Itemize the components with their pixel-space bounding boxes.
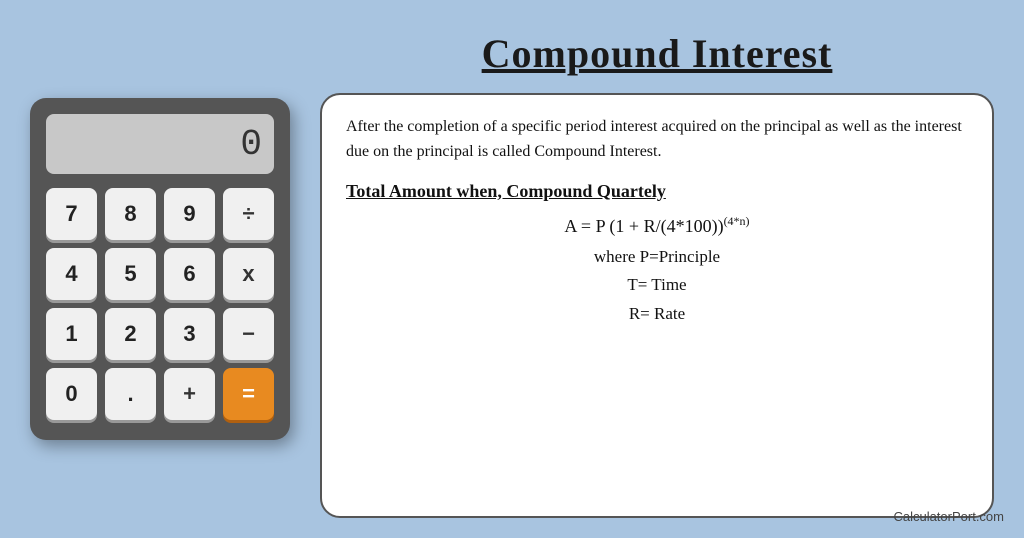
info-panel: Compound Interest After the completion o… xyxy=(320,20,994,518)
calc-btn-x[interactable]: x xyxy=(223,248,274,300)
variable-line: R= Rate xyxy=(346,300,968,329)
definition-text: After the completion of a specific perio… xyxy=(346,115,968,165)
variable-lines: where P=PrincipleT= TimeR= Rate xyxy=(346,243,968,330)
calc-btn-1[interactable]: 1 xyxy=(46,308,97,360)
definition-box: After the completion of a specific perio… xyxy=(320,93,994,518)
main-container: 0 789÷ 456x 123− 0.+= Compound Interest Aft… xyxy=(0,0,1024,538)
calc-btn-8[interactable]: 8 xyxy=(105,188,156,240)
calculator: 0 789÷ 456x 123− 0.+= xyxy=(30,98,290,440)
calculator-display: 0 xyxy=(46,114,274,174)
calc-btn-0[interactable]: 0 xyxy=(46,368,97,420)
calc-btn-2[interactable]: 2 xyxy=(105,308,156,360)
calc-btn-_[interactable]: ÷ xyxy=(223,188,274,240)
calc-btn-9[interactable]: 9 xyxy=(164,188,215,240)
attribution: CalculatorPort.com xyxy=(893,509,1004,524)
calc-btn-3[interactable]: 3 xyxy=(164,308,215,360)
formula-heading: Total Amount when, Compound Quartely xyxy=(346,181,968,202)
calc-btn-_[interactable]: = xyxy=(223,368,274,420)
variable-line: where P=Principle xyxy=(346,243,968,272)
calc-btn-_[interactable]: + xyxy=(164,368,215,420)
variable-line: T= Time xyxy=(346,271,968,300)
calc-btn-_[interactable]: . xyxy=(105,368,156,420)
page-title: Compound Interest xyxy=(482,30,833,77)
formula-main: A = P (1 + R/(4*100))(4*n) xyxy=(346,214,968,237)
display-value: 0 xyxy=(240,124,260,165)
calc-btn-4[interactable]: 4 xyxy=(46,248,97,300)
calc-btn-6[interactable]: 6 xyxy=(164,248,215,300)
calc-btn-_[interactable]: − xyxy=(223,308,274,360)
calc-btn-5[interactable]: 5 xyxy=(105,248,156,300)
calc-btn-7[interactable]: 7 xyxy=(46,188,97,240)
calculator-buttons: 789÷ 456x 123− 0.+= xyxy=(46,188,274,420)
